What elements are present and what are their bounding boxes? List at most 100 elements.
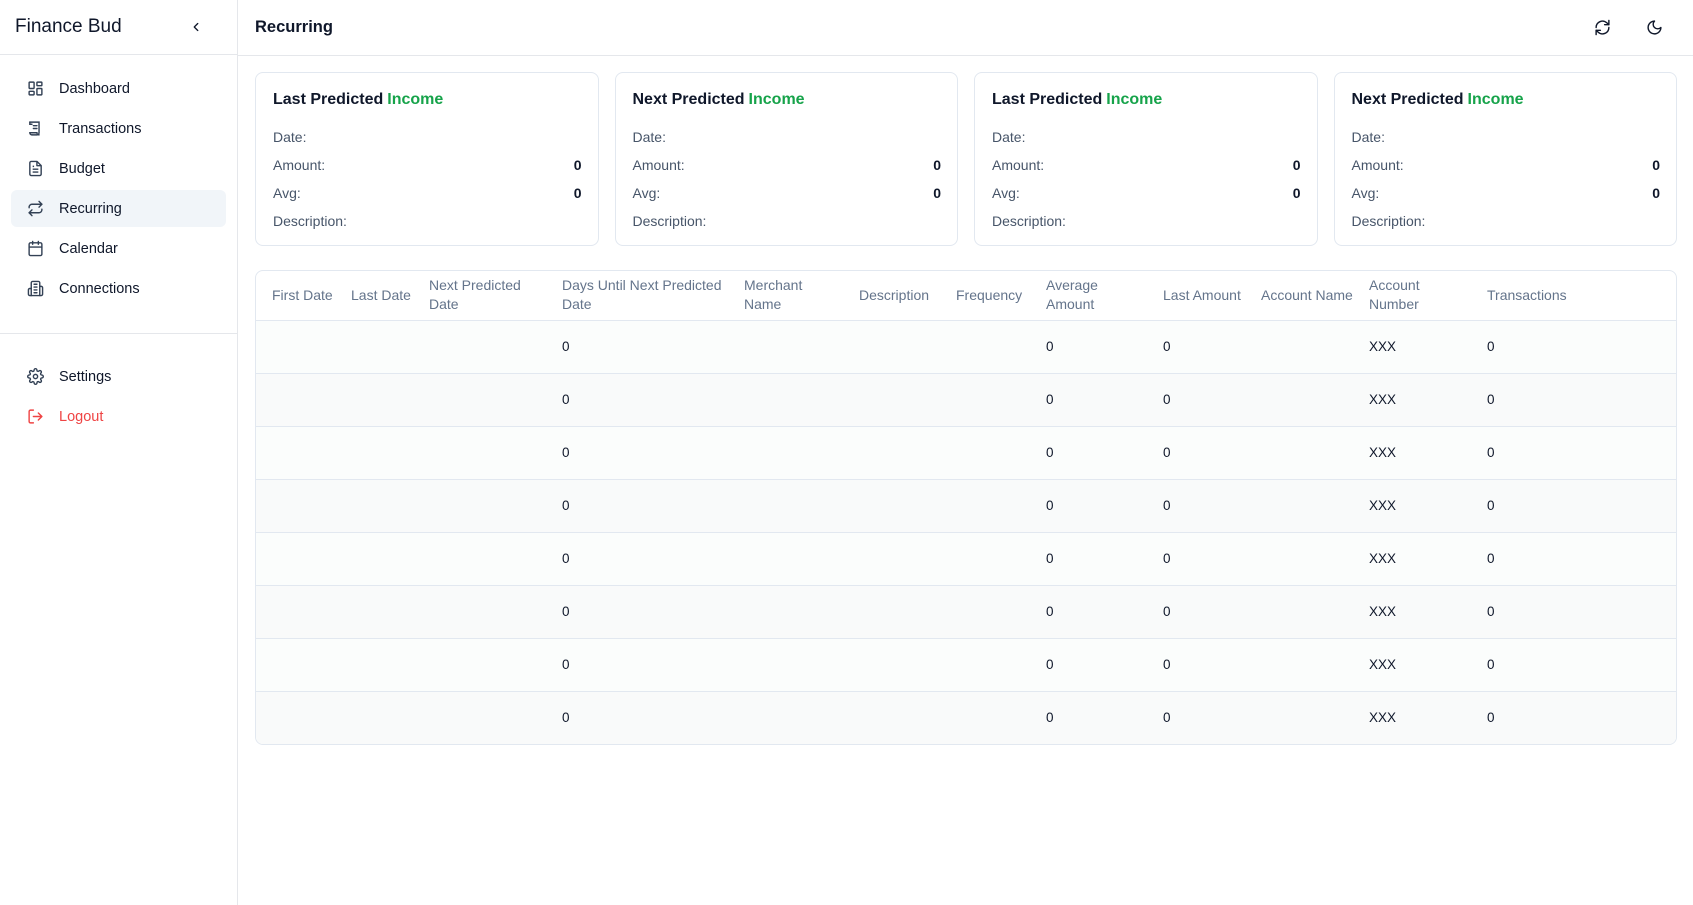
table-cell — [1245, 532, 1353, 586]
table-cell: 0 — [1147, 585, 1245, 639]
collapse-sidebar-button[interactable] — [185, 16, 207, 38]
table-cell — [728, 638, 843, 692]
table-cell: 0 — [1030, 638, 1147, 692]
table-cell — [1245, 479, 1353, 533]
sidebar-item-logout[interactable]: Logout — [11, 398, 226, 435]
card-title-kind: Income — [748, 91, 805, 108]
table-cell: 0 — [1147, 479, 1245, 533]
table-cell — [256, 691, 335, 744]
amount-value: 0 — [1652, 157, 1660, 173]
amount-label: Amount: — [1351, 157, 1404, 173]
moon-icon — [1646, 20, 1662, 35]
table-cell — [843, 585, 940, 639]
sidebar-item-settings[interactable]: Settings — [11, 358, 226, 395]
table-cell — [335, 479, 413, 533]
sidebar-item-connections[interactable]: Connections — [11, 270, 226, 307]
prediction-card: Next Predicted Income Date: Amount: 0 Avg:… — [1333, 72, 1677, 246]
sidebar-item-transactions[interactable]: Transactions — [11, 110, 226, 147]
card-date-row: Date: — [273, 123, 582, 151]
amount-value: 0 — [1292, 157, 1301, 173]
prediction-card: Next Predicted Income Date: Amount: 0 Avg:… — [614, 72, 958, 246]
table-row[interactable]: 0 0 0 XXX 0 — [256, 373, 1676, 427]
sidebar-item-label: Settings — [59, 368, 112, 385]
table-cell — [728, 426, 843, 480]
avg-value: 0 — [1292, 185, 1301, 201]
table-cell — [728, 320, 843, 374]
page-title: Recurring — [255, 18, 333, 36]
sidebar-item-label: Connections — [59, 280, 140, 297]
prediction-card: Last Predicted Income Date: Amount: 0 Avg:… — [255, 72, 599, 246]
table-cell — [256, 585, 335, 639]
avg-value: 0 — [933, 185, 941, 201]
sidebar-item-calendar[interactable]: Calendar — [11, 230, 226, 267]
table-cell: 0 — [562, 710, 570, 726]
sidebar-item-label: Budget — [59, 160, 105, 177]
table-cell — [335, 638, 413, 692]
table-cell — [256, 373, 335, 427]
avg-value: 0 — [573, 185, 582, 201]
table-cell — [843, 426, 940, 480]
sidebar-item-label: Dashboard — [59, 80, 130, 97]
table-cell: 0 — [1030, 426, 1147, 480]
dashboard-icon — [26, 80, 44, 98]
table-cell — [843, 479, 940, 533]
card-description-row: Description: — [992, 207, 1301, 235]
table-row[interactable]: 0 0 0 XXX 0 — [256, 691, 1676, 744]
table-cell — [940, 691, 1030, 744]
table-cell — [413, 638, 546, 692]
table-cell — [843, 691, 940, 744]
top-header: Recurring — [238, 0, 1693, 56]
sidebar-item-label: Logout — [59, 408, 104, 425]
table-cell: 0 — [1030, 532, 1147, 586]
column-header: Last Date — [335, 271, 413, 321]
refresh-button[interactable] — [1589, 15, 1615, 41]
table-cell — [940, 532, 1030, 586]
column-header: Account Number — [1353, 271, 1471, 321]
recurring-table: First Date Last Date Next Predicted Date Da… — [255, 270, 1677, 745]
card-date-row: Date: — [1352, 123, 1661, 151]
column-header: Transactions — [1471, 271, 1676, 321]
prediction-card: Last Predicted Income Date: Amount: 0 Avg:… — [974, 72, 1318, 246]
column-header: Description — [843, 271, 940, 321]
card-amount-row: Amount: 0 — [273, 151, 582, 179]
date-label: Date: — [1351, 129, 1385, 145]
card-title: Last Predicted Income — [273, 91, 582, 109]
table-cell — [413, 479, 546, 533]
sidebar-item-budget[interactable]: Budget — [11, 150, 226, 187]
table-cell — [940, 638, 1030, 692]
calendar-icon — [26, 240, 44, 258]
table-row[interactable]: 0 0 0 XXX 0 — [256, 638, 1676, 692]
card-description-row: Description: — [633, 207, 942, 235]
avg-label: Avg: — [632, 185, 661, 201]
card-title-kind: Income — [1106, 91, 1163, 108]
table-cell — [728, 532, 843, 586]
table-row[interactable]: 0 0 0 XXX 0 — [256, 426, 1676, 480]
card-description-row: Description: — [1352, 207, 1661, 235]
description-label: Description: — [992, 213, 1066, 229]
column-header: First Date — [256, 271, 335, 321]
table-cell: 0 — [1147, 638, 1245, 692]
table-row[interactable]: 0 0 0 XXX 0 — [256, 585, 1676, 639]
table-cell: 0 — [1163, 710, 1171, 726]
date-label: Date: — [992, 129, 1026, 145]
sidebar-item-recurring[interactable]: Recurring — [11, 190, 226, 227]
sidebar-item-dashboard[interactable]: Dashboard — [11, 70, 226, 107]
table-cell: XXX — [1353, 479, 1471, 533]
column-header: Frequency — [940, 271, 1030, 321]
table-cell: 0 — [546, 638, 728, 692]
table-row[interactable]: 0 0 0 XXX 0 — [256, 320, 1676, 374]
table-cell: 0 — [1471, 373, 1676, 427]
table-cell — [335, 691, 413, 744]
table-row[interactable]: 0 0 0 XXX 0 — [256, 532, 1676, 586]
table-cell — [335, 426, 413, 480]
card-title-prefix: Next Predicted — [632, 91, 745, 108]
table-cell: XXX — [1353, 638, 1471, 692]
table-cell — [256, 532, 335, 586]
table-cell: 0 — [1030, 320, 1147, 374]
theme-toggle-button[interactable] — [1641, 15, 1667, 41]
avg-value: 0 — [1652, 185, 1660, 201]
document-icon — [26, 160, 44, 178]
table-cell: XXX — [1353, 532, 1471, 586]
table-row[interactable]: 0 0 0 XXX 0 — [256, 479, 1676, 533]
table-cell — [940, 426, 1030, 480]
